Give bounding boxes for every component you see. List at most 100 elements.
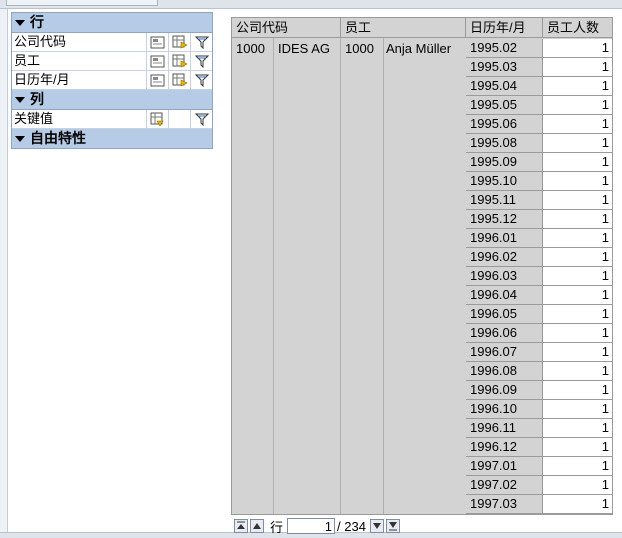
table-row: 1995.06 1 bbox=[466, 115, 612, 134]
headcount-cell: 1 bbox=[543, 324, 612, 343]
table-row: 1995.11 1 bbox=[466, 191, 612, 210]
table-row: 1995.10 1 bbox=[466, 172, 612, 191]
table-row: 1995.02 1 bbox=[466, 39, 612, 58]
previous-page-icon[interactable] bbox=[250, 519, 264, 533]
company-id-cell: 1000 bbox=[236, 41, 265, 56]
nav-row-employee[interactable]: 员工 bbox=[12, 52, 212, 71]
table-row: 1996.11 1 bbox=[466, 419, 612, 438]
headcount-cell: 1 bbox=[543, 248, 612, 267]
current-row-input[interactable] bbox=[287, 518, 336, 534]
headcount-cell: 1 bbox=[543, 210, 612, 229]
filter-icon[interactable] bbox=[190, 71, 212, 89]
header-company-code[interactable]: 公司代码 bbox=[232, 18, 341, 38]
month-cell: 1995.03 bbox=[466, 58, 543, 77]
table-row: 1996.12 1 bbox=[466, 438, 612, 457]
month-cell: 1996.06 bbox=[466, 324, 543, 343]
header-headcount[interactable]: 员工人数 bbox=[543, 18, 612, 38]
table-row: 1996.08 1 bbox=[466, 362, 612, 381]
rows-section-header[interactable]: 行 bbox=[12, 13, 212, 33]
table-pager: 行 / 234 bbox=[234, 516, 622, 536]
left-splitter[interactable] bbox=[0, 9, 8, 538]
collapse-triangle-icon[interactable] bbox=[15, 19, 25, 26]
headcount-cell: 1 bbox=[543, 286, 612, 305]
swap-down-icon[interactable] bbox=[146, 110, 168, 128]
table-row: 1997.01 1 bbox=[466, 457, 612, 476]
nav-row-calendar-month[interactable]: 日历年/月 bbox=[12, 71, 212, 90]
column-divider bbox=[340, 38, 341, 514]
headcount-cell: 1 bbox=[543, 419, 612, 438]
columns-section-title: 列 bbox=[30, 91, 44, 107]
table-row: 1996.04 1 bbox=[466, 286, 612, 305]
table-row: 1995.03 1 bbox=[466, 58, 612, 77]
first-page-icon[interactable] bbox=[234, 519, 248, 533]
month-cell: 1995.12 bbox=[466, 210, 543, 229]
nav-row-company-code[interactable]: 公司代码 bbox=[12, 33, 212, 52]
header-calendar-month[interactable]: 日历年/月 bbox=[466, 18, 543, 38]
table-row: 1997.03 1 bbox=[466, 495, 612, 514]
table-row: 1996.02 1 bbox=[466, 248, 612, 267]
month-cell: 1995.04 bbox=[466, 77, 543, 96]
table-row: 1996.06 1 bbox=[466, 324, 612, 343]
table-row: 1996.07 1 bbox=[466, 343, 612, 362]
month-cell: 1997.01 bbox=[466, 457, 543, 476]
headcount-cell: 1 bbox=[543, 77, 612, 96]
nav-row-label: 关键值 bbox=[14, 111, 54, 126]
swap-axis-icon[interactable] bbox=[168, 52, 190, 70]
month-cell: 1997.03 bbox=[466, 495, 543, 514]
nav-row-label: 公司代码 bbox=[14, 34, 67, 49]
table-row: 1995.09 1 bbox=[466, 153, 612, 172]
pager-row-label: 行 bbox=[270, 519, 284, 535]
table-row: 1996.09 1 bbox=[466, 381, 612, 400]
collapse-triangle-icon[interactable] bbox=[15, 96, 25, 103]
month-cell: 1996.11 bbox=[466, 419, 543, 438]
headcount-cell: 1 bbox=[543, 305, 612, 324]
month-cell: 1996.03 bbox=[466, 267, 543, 286]
filter-icon[interactable] bbox=[190, 33, 212, 51]
remove-drilldown-icon[interactable] bbox=[146, 33, 168, 51]
swap-axis-icon[interactable] bbox=[168, 71, 190, 89]
table-row: 1995.12 1 bbox=[466, 210, 612, 229]
collapse-triangle-icon[interactable] bbox=[15, 135, 25, 142]
window-tab[interactable] bbox=[6, 0, 158, 6]
month-cell: 1995.05 bbox=[466, 96, 543, 115]
last-page-icon[interactable] bbox=[385, 519, 400, 533]
nav-row-key-figure[interactable]: 关键值 bbox=[12, 110, 212, 129]
month-cell: 1996.05 bbox=[466, 305, 543, 324]
month-rows: 1995.02 1 1995.03 1 1995.04 1 1995.05 1 1995.06 1… bbox=[466, 39, 612, 514]
free-characteristics-header[interactable]: 自由特性 bbox=[12, 129, 212, 148]
table-row: 1996.03 1 bbox=[466, 267, 612, 286]
column-divider bbox=[383, 38, 384, 514]
table-row: 1996.05 1 bbox=[466, 305, 612, 324]
month-cell: 1996.02 bbox=[466, 248, 543, 267]
headcount-cell: 1 bbox=[543, 191, 612, 210]
filter-icon[interactable] bbox=[190, 110, 212, 128]
table-row: 1995.08 1 bbox=[466, 134, 612, 153]
rows-section-title: 行 bbox=[30, 14, 44, 30]
empty-slot bbox=[168, 110, 190, 128]
top-toolbar bbox=[0, 0, 622, 9]
column-divider bbox=[273, 38, 274, 514]
headcount-cell: 1 bbox=[543, 381, 612, 400]
headcount-cell: 1 bbox=[543, 267, 612, 286]
month-cell: 1995.08 bbox=[466, 134, 543, 153]
month-cell: 1995.02 bbox=[466, 39, 543, 58]
headcount-cell: 1 bbox=[543, 134, 612, 153]
header-employee[interactable]: 员工 bbox=[341, 18, 466, 38]
headcount-cell: 1 bbox=[543, 96, 612, 115]
free-characteristics-title: 自由特性 bbox=[30, 130, 86, 146]
month-cell: 1995.06 bbox=[466, 115, 543, 134]
swap-axis-icon[interactable] bbox=[168, 33, 190, 51]
next-page-icon[interactable] bbox=[369, 519, 384, 533]
columns-section-header[interactable]: 列 bbox=[12, 90, 212, 110]
table-row: 1996.01 1 bbox=[466, 229, 612, 248]
headcount-cell: 1 bbox=[543, 172, 612, 191]
nav-row-label: 员工 bbox=[14, 53, 41, 68]
month-cell: 1996.01 bbox=[466, 229, 543, 248]
remove-drilldown-icon[interactable] bbox=[146, 71, 168, 89]
filter-icon[interactable] bbox=[190, 52, 212, 70]
remove-drilldown-icon[interactable] bbox=[146, 52, 168, 70]
headcount-cell: 1 bbox=[543, 438, 612, 457]
result-table: 公司代码 员工 日历年/月 员工人数 1000 IDES AG 1000 Anj… bbox=[231, 17, 613, 515]
month-cell: 1996.04 bbox=[466, 286, 543, 305]
month-cell: 1996.10 bbox=[466, 400, 543, 419]
